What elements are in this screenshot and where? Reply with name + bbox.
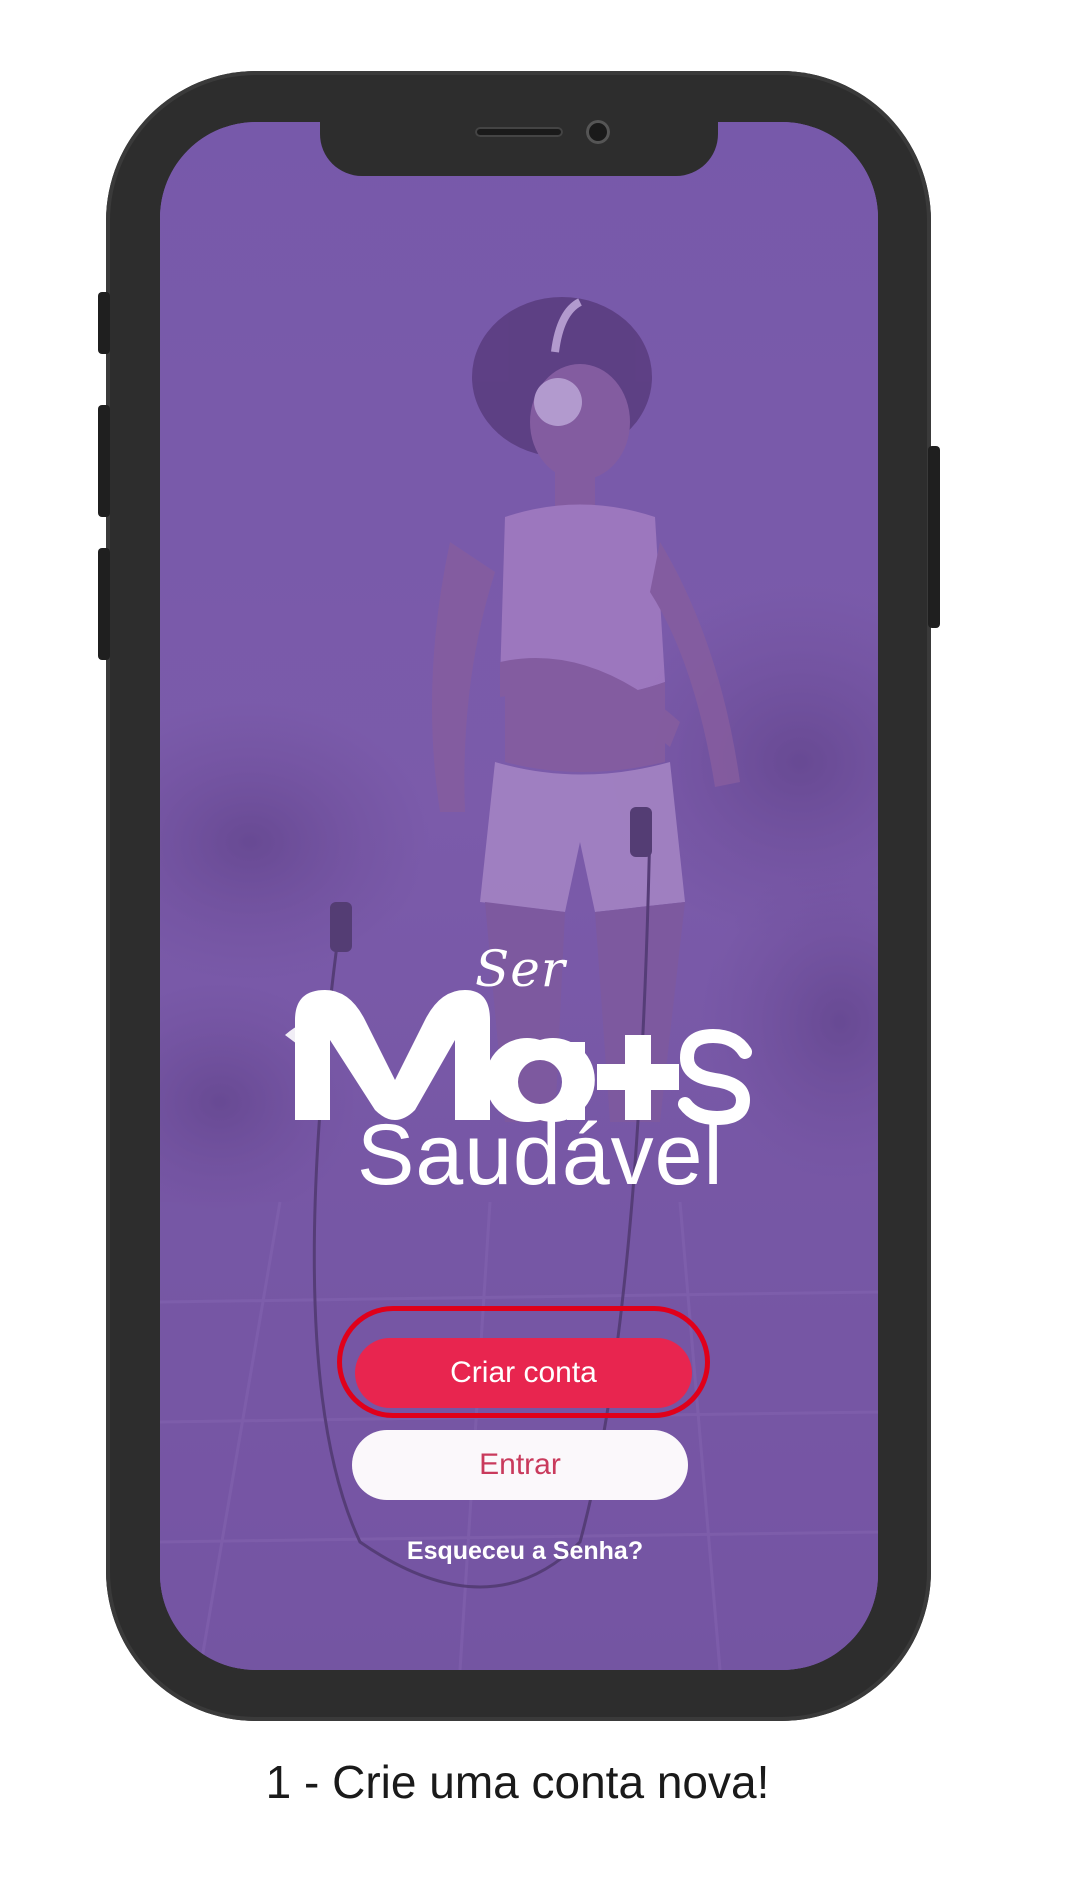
step-caption: 1 - Crie uma conta nova! (265, 1756, 770, 1808)
power-button (928, 446, 940, 628)
login-button[interactable]: Entrar (352, 1430, 688, 1500)
volume-down-button (98, 548, 110, 660)
front-camera (586, 120, 610, 144)
volume-up-button (98, 405, 110, 517)
tutorial-slide: Ser Saudável Criar conta Entrar Esqueceu… (0, 0, 1065, 1893)
speaker-grille (475, 127, 563, 137)
forgot-password-link[interactable]: Esqueceu a Senha? (380, 1537, 670, 1566)
create-account-button[interactable]: Criar conta (355, 1338, 692, 1408)
app-logo: Ser Saudável (285, 940, 765, 1203)
mute-switch (98, 292, 110, 354)
logo-saudavel-text: Saudável (357, 1107, 724, 1203)
